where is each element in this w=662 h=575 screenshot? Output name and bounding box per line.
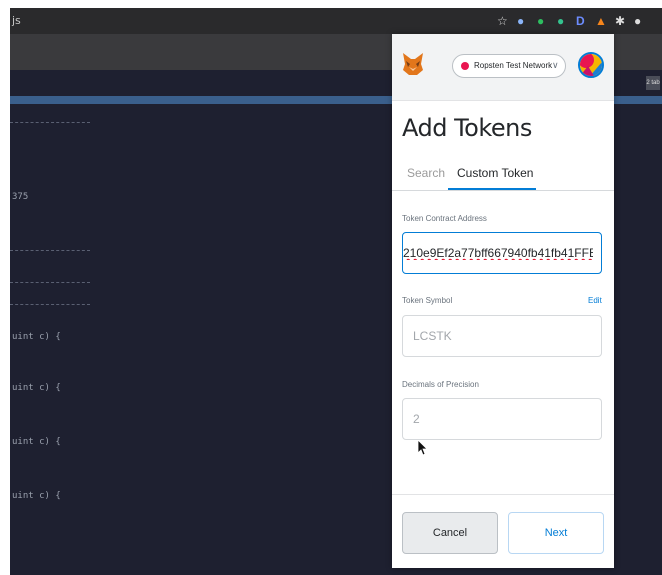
extension-icon[interactable]: ● [517, 14, 524, 28]
token-symbol-value: LCSTK [413, 329, 452, 343]
decimals-label: Decimals of Precision [402, 380, 479, 389]
token-symbol-input[interactable]: LCSTK [402, 315, 602, 357]
mouse-cursor-icon [418, 440, 428, 456]
decimals-value: 2 [413, 412, 420, 426]
chevron-down-icon: ∨ [552, 60, 559, 70]
green-extension-icon[interactable]: ● [557, 14, 564, 28]
evernote-icon[interactable]: ● [537, 14, 544, 28]
network-selector[interactable]: Ropsten Test Network ∨ [452, 54, 566, 78]
popup-header: Ropsten Test Network ∨ [392, 34, 614, 101]
profile-avatar[interactable]: ● [634, 14, 641, 28]
network-label: Ropsten Test Network [474, 61, 553, 70]
browser-tab-bar: js ☆ ● ● ● D ▲ ✱ ● [10, 8, 662, 34]
divider [10, 282, 90, 283]
contract-address-value: 210e9Ef2a77bff667940fb41fb41FFEcc8 [403, 246, 593, 260]
divider [392, 190, 614, 191]
identicon-icon [580, 54, 602, 76]
dashlane-icon[interactable]: D [576, 14, 585, 28]
code-line: uint c) { [12, 332, 61, 342]
tab-title[interactable]: js [12, 14, 21, 27]
decimals-input[interactable]: 2 [402, 398, 602, 440]
page-title: Add Tokens [402, 114, 532, 142]
code-line: uint c) { [12, 437, 61, 447]
contract-address-input[interactable]: 210e9Ef2a77bff667940fb41fb41FFEcc8 [402, 232, 602, 274]
edit-symbol-link[interactable]: Edit [588, 296, 602, 305]
next-button[interactable]: Next [508, 512, 604, 554]
divider [392, 494, 614, 495]
star-icon[interactable]: ☆ [497, 14, 508, 28]
network-status-dot [461, 62, 469, 70]
code-line: uint c) { [12, 491, 61, 501]
puzzle-icon[interactable]: ✱ [615, 14, 625, 28]
metamask-fox-icon[interactable] [402, 52, 424, 76]
metamask-popup: Ropsten Test Network ∨ Add Tokens Search… [392, 34, 614, 568]
token-symbol-label: Token Symbol [402, 296, 453, 305]
divider [10, 304, 90, 305]
contract-address-label: Token Contract Address [402, 214, 487, 223]
metamask-icon[interactable]: ▲ [595, 14, 607, 28]
account-avatar[interactable] [578, 52, 604, 78]
code-line: 375 [12, 192, 29, 202]
cancel-button[interactable]: Cancel [402, 512, 498, 554]
divider [10, 122, 90, 123]
divider [10, 250, 90, 251]
code-line: uint c) { [12, 383, 61, 393]
tab-custom-token[interactable]: Custom Token [457, 166, 533, 180]
tab-count-badge: 2 tab [646, 76, 660, 90]
tab-search[interactable]: Search [407, 166, 445, 180]
